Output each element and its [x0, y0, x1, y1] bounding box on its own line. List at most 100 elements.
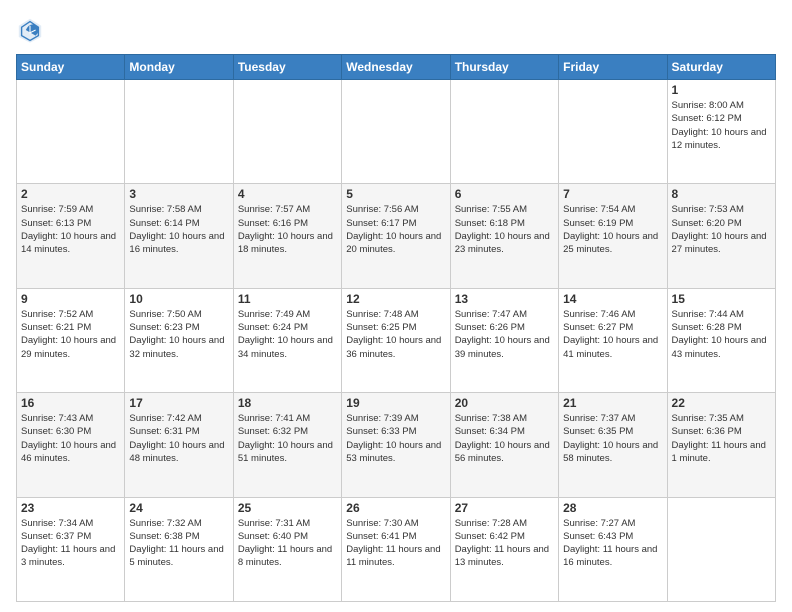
day-number: 27 — [455, 501, 554, 515]
day-cell: 26 Sunrise: 7:30 AM Sunset: 6:41 PM Dayli… — [342, 497, 450, 601]
day-header-tuesday: Tuesday — [233, 55, 341, 80]
day-cell: 21 Sunrise: 7:37 AM Sunset: 6:35 PM Dayli… — [559, 393, 667, 497]
day-cell: 13Sunrise: 7:47 AM Sunset: 6:26 PM Dayli… — [450, 288, 558, 392]
day-cell: 24 Sunrise: 7:32 AM Sunset: 6:38 PM Dayli… — [125, 497, 233, 601]
day-number: 7 — [563, 187, 662, 201]
day-cell: 25 Sunrise: 7:31 AM Sunset: 6:40 PM Dayli… — [233, 497, 341, 601]
day-info: Sunrise: 7:46 AM Sunset: 6:27 PM Dayligh… — [563, 308, 662, 361]
day-number: 28 — [563, 501, 662, 515]
day-info: Sunrise: 7:27 AM Sunset: 6:43 PM Dayligh… — [563, 517, 662, 570]
day-number: 3 — [129, 187, 228, 201]
day-number: 19 — [346, 396, 445, 410]
header — [16, 16, 776, 44]
day-cell: 9Sunrise: 7:52 AM Sunset: 6:21 PM Daylig… — [17, 288, 125, 392]
day-cell: 23 Sunrise: 7:34 AM Sunset: 6:37 PM Dayli… — [17, 497, 125, 601]
day-info: Sunrise: 7:39 AM Sunset: 6:33 PM Dayligh… — [346, 412, 445, 465]
day-number: 4 — [238, 187, 337, 201]
day-cell: 16 Sunrise: 7:43 AM Sunset: 6:30 PM Dayli… — [17, 393, 125, 497]
day-number: 24 — [129, 501, 228, 515]
day-info: Sunrise: 7:41 AM Sunset: 6:32 PM Dayligh… — [238, 412, 337, 465]
day-cell: 3 Sunrise: 7:58 AM Sunset: 6:14 PM Daylig… — [125, 184, 233, 288]
day-info: Sunrise: 7:35 AM Sunset: 6:36 PM Dayligh… — [672, 412, 771, 465]
day-info: Sunrise: 7:30 AM Sunset: 6:41 PM Dayligh… — [346, 517, 445, 570]
week-row-5: 23 Sunrise: 7:34 AM Sunset: 6:37 PM Dayli… — [17, 497, 776, 601]
day-cell: 19 Sunrise: 7:39 AM Sunset: 6:33 PM Dayli… — [342, 393, 450, 497]
calendar-table: SundayMondayTuesdayWednesdayThursdayFrid… — [16, 54, 776, 602]
day-info: Sunrise: 7:59 AM Sunset: 6:13 PM Dayligh… — [21, 203, 120, 256]
day-number: 10 — [129, 292, 228, 306]
day-cell: 22 Sunrise: 7:35 AM Sunset: 6:36 PM Dayli… — [667, 393, 775, 497]
day-info: Sunrise: 7:38 AM Sunset: 6:34 PM Dayligh… — [455, 412, 554, 465]
day-cell: 10 Sunrise: 7:50 AM Sunset: 6:23 PM Dayli… — [125, 288, 233, 392]
day-info: Sunrise: 7:43 AM Sunset: 6:30 PM Dayligh… — [21, 412, 120, 465]
week-row-1: 1Sunrise: 8:00 AM Sunset: 6:12 PM Daylig… — [17, 80, 776, 184]
day-number: 15 — [672, 292, 771, 306]
day-number: 12 — [346, 292, 445, 306]
day-header-saturday: Saturday — [667, 55, 775, 80]
day-info: Sunrise: 7:49 AM Sunset: 6:24 PM Dayligh… — [238, 308, 337, 361]
day-number: 22 — [672, 396, 771, 410]
day-cell: 4 Sunrise: 7:57 AM Sunset: 6:16 PM Daylig… — [233, 184, 341, 288]
page: SundayMondayTuesdayWednesdayThursdayFrid… — [0, 0, 792, 612]
day-info: Sunrise: 7:47 AM Sunset: 6:26 PM Dayligh… — [455, 308, 554, 361]
day-cell: 7 Sunrise: 7:54 AM Sunset: 6:19 PM Daylig… — [559, 184, 667, 288]
day-header-monday: Monday — [125, 55, 233, 80]
week-row-4: 16 Sunrise: 7:43 AM Sunset: 6:30 PM Dayli… — [17, 393, 776, 497]
day-info: Sunrise: 7:58 AM Sunset: 6:14 PM Dayligh… — [129, 203, 228, 256]
day-header-thursday: Thursday — [450, 55, 558, 80]
day-cell: 2 Sunrise: 7:59 AM Sunset: 6:13 PM Daylig… — [17, 184, 125, 288]
day-info: Sunrise: 7:55 AM Sunset: 6:18 PM Dayligh… — [455, 203, 554, 256]
day-number: 16 — [21, 396, 120, 410]
day-number: 8 — [672, 187, 771, 201]
day-cell — [342, 80, 450, 184]
day-cell: 1Sunrise: 8:00 AM Sunset: 6:12 PM Daylig… — [667, 80, 775, 184]
header-row: SundayMondayTuesdayWednesdayThursdayFrid… — [17, 55, 776, 80]
day-cell: 28 Sunrise: 7:27 AM Sunset: 6:43 PM Dayli… — [559, 497, 667, 601]
day-cell: 8 Sunrise: 7:53 AM Sunset: 6:20 PM Daylig… — [667, 184, 775, 288]
day-info: Sunrise: 7:44 AM Sunset: 6:28 PM Dayligh… — [672, 308, 771, 361]
day-info: Sunrise: 7:28 AM Sunset: 6:42 PM Dayligh… — [455, 517, 554, 570]
day-number: 20 — [455, 396, 554, 410]
day-number: 14 — [563, 292, 662, 306]
day-info: Sunrise: 7:32 AM Sunset: 6:38 PM Dayligh… — [129, 517, 228, 570]
day-cell: 5Sunrise: 7:56 AM Sunset: 6:17 PM Daylig… — [342, 184, 450, 288]
day-cell — [233, 80, 341, 184]
day-header-sunday: Sunday — [17, 55, 125, 80]
day-cell — [559, 80, 667, 184]
day-info: Sunrise: 7:53 AM Sunset: 6:20 PM Dayligh… — [672, 203, 771, 256]
day-number: 23 — [21, 501, 120, 515]
day-info: Sunrise: 7:50 AM Sunset: 6:23 PM Dayligh… — [129, 308, 228, 361]
day-cell: 14 Sunrise: 7:46 AM Sunset: 6:27 PM Dayli… — [559, 288, 667, 392]
day-header-friday: Friday — [559, 55, 667, 80]
day-info: Sunrise: 7:54 AM Sunset: 6:19 PM Dayligh… — [563, 203, 662, 256]
day-number: 25 — [238, 501, 337, 515]
day-number: 11 — [238, 292, 337, 306]
day-info: Sunrise: 7:37 AM Sunset: 6:35 PM Dayligh… — [563, 412, 662, 465]
day-cell: 12 Sunrise: 7:48 AM Sunset: 6:25 PM Dayli… — [342, 288, 450, 392]
day-number: 18 — [238, 396, 337, 410]
day-info: Sunrise: 7:42 AM Sunset: 6:31 PM Dayligh… — [129, 412, 228, 465]
day-cell: 11 Sunrise: 7:49 AM Sunset: 6:24 PM Dayli… — [233, 288, 341, 392]
day-info: Sunrise: 7:56 AM Sunset: 6:17 PM Dayligh… — [346, 203, 445, 256]
week-row-2: 2 Sunrise: 7:59 AM Sunset: 6:13 PM Daylig… — [17, 184, 776, 288]
day-info: Sunrise: 7:48 AM Sunset: 6:25 PM Dayligh… — [346, 308, 445, 361]
day-number: 26 — [346, 501, 445, 515]
day-cell — [667, 497, 775, 601]
day-cell: 18 Sunrise: 7:41 AM Sunset: 6:32 PM Dayli… — [233, 393, 341, 497]
day-cell: 6 Sunrise: 7:55 AM Sunset: 6:18 PM Daylig… — [450, 184, 558, 288]
day-number: 21 — [563, 396, 662, 410]
day-header-wednesday: Wednesday — [342, 55, 450, 80]
day-info: Sunrise: 7:34 AM Sunset: 6:37 PM Dayligh… — [21, 517, 120, 570]
day-info: Sunrise: 7:57 AM Sunset: 6:16 PM Dayligh… — [238, 203, 337, 256]
day-info: Sunrise: 8:00 AM Sunset: 6:12 PM Dayligh… — [672, 99, 771, 152]
day-cell: 17 Sunrise: 7:42 AM Sunset: 6:31 PM Dayli… — [125, 393, 233, 497]
day-number: 2 — [21, 187, 120, 201]
day-cell — [17, 80, 125, 184]
logo-icon — [16, 16, 44, 44]
day-cell — [125, 80, 233, 184]
day-info: Sunrise: 7:31 AM Sunset: 6:40 PM Dayligh… — [238, 517, 337, 570]
logo — [16, 16, 48, 44]
day-number: 6 — [455, 187, 554, 201]
day-number: 17 — [129, 396, 228, 410]
day-cell: 27 Sunrise: 7:28 AM Sunset: 6:42 PM Dayli… — [450, 497, 558, 601]
